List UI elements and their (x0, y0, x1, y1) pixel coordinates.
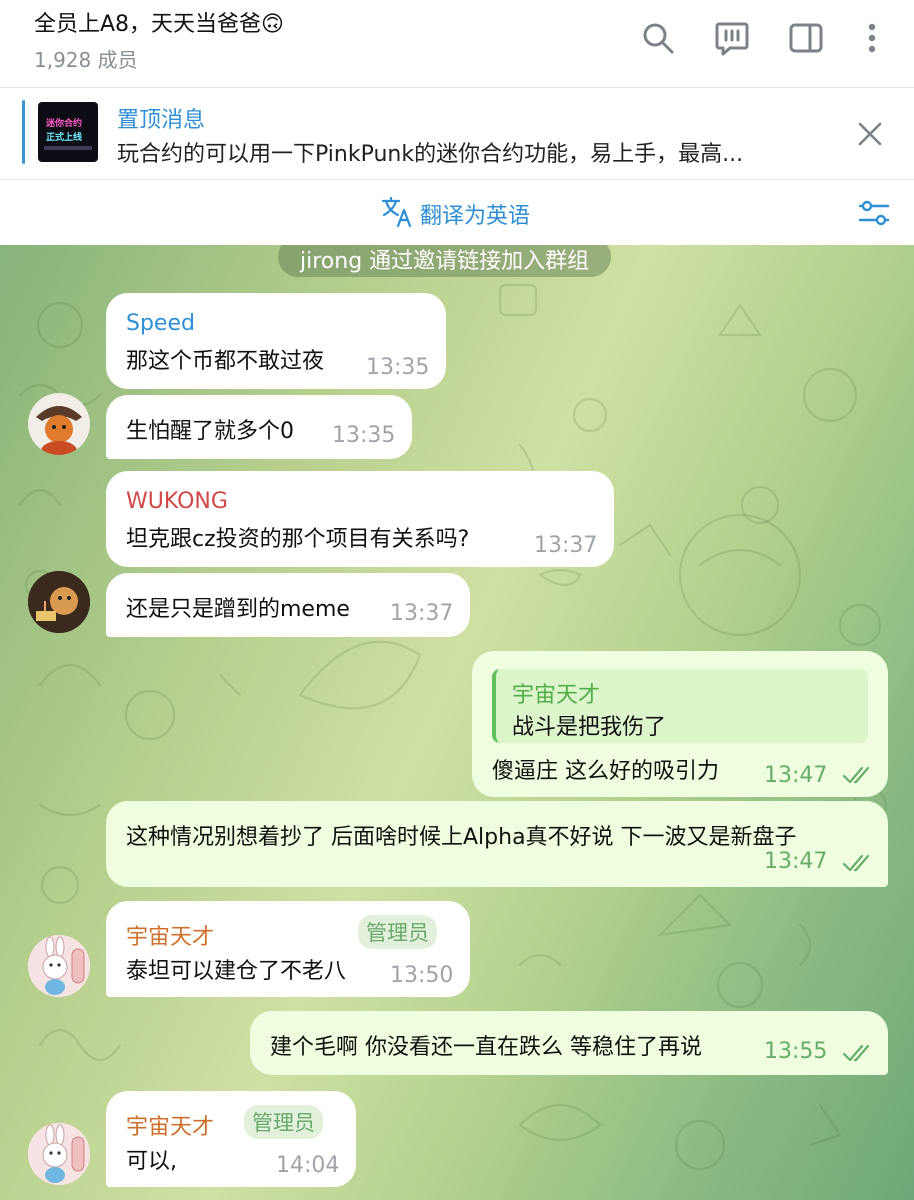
more-icon[interactable] (854, 20, 890, 56)
reply-sender: 宇宙天才 (512, 683, 601, 708)
message-bubble[interactable]: 生怕醒了就多个0 13:35 (106, 395, 412, 459)
message-sender[interactable]: 宇宙天才 (126, 919, 214, 951)
member-count[interactable]: 1,928 成员 (34, 44, 138, 73)
sidebar-icon[interactable] (788, 20, 824, 56)
translate-label: 翻译为英语 (420, 204, 531, 229)
admin-badge: 管理员 (244, 1105, 323, 1139)
message-text: 这种情况别想着抄了 后面啥时候上Alpha真不好说 下一波又是新盘子 (126, 825, 797, 850)
message-time: 13:35 (332, 423, 396, 448)
thumb-text-1: 迷你合约 (46, 119, 83, 129)
message-time: 13:55 (764, 1039, 828, 1064)
avatar[interactable] (28, 935, 90, 997)
avatar[interactable] (28, 393, 90, 455)
message-time: 13:37 (534, 533, 598, 558)
message-bubble[interactable]: 宇宙天才 管理员 泰坦可以建仓了不老八 13:50 (106, 901, 470, 997)
message-bubble[interactable]: WUKONG 坦克跟cz投资的那个项目有关系吗? 13:37 (106, 471, 614, 567)
translate-bar: 翻译为英语 (0, 181, 914, 245)
pinned-thumbnail: 迷你合约 正式上线 (38, 102, 98, 162)
chat-icon[interactable] (714, 20, 750, 56)
message-sender[interactable]: 宇宙天才 (126, 1109, 214, 1141)
pinned-text: 玩合约的可以用一下PinkPunk的迷你合约功能，易上手，最高... (117, 142, 744, 167)
message-text: 建个毛啊 你没看还一直在跌么 等稳住了再说 (270, 1035, 702, 1060)
message-text: 坦克跟cz投资的那个项目有关系吗? (126, 527, 470, 552)
chat-header: 全员上A8，天天当爸爸🙃 1,928 成员 (0, 0, 914, 88)
pinned-message[interactable]: 迷你合约 正式上线 置顶消息 玩合约的可以用一下PinkPunk的迷你合约功能，… (0, 88, 914, 180)
message-sender[interactable]: Speed (126, 311, 195, 336)
filter-settings-icon[interactable] (856, 195, 892, 231)
reply-quote[interactable]: 宇宙天才 战斗是把我伤了 (492, 669, 868, 743)
message-time: 14:04 (276, 1153, 340, 1178)
message-sender[interactable]: WUKONG (126, 489, 228, 514)
message-bubble[interactable]: 建个毛啊 你没看还一直在跌么 等稳住了再说 13:55 (250, 1011, 888, 1075)
message-text: 泰坦可以建仓了不老八 (126, 959, 347, 984)
avatar[interactable] (28, 1123, 90, 1185)
group-title[interactable]: 全员上A8，天天当爸爸🙃 (34, 6, 284, 38)
admin-badge: 管理员 (358, 915, 437, 949)
translate-icon (380, 195, 414, 233)
search-icon[interactable] (640, 20, 676, 56)
message-bubble[interactable]: 宇宙天才 管理员 可以, 14:04 (106, 1091, 356, 1187)
read-checkmarks-icon (842, 1044, 870, 1062)
thumb-text-2: 正式上线 (46, 133, 83, 143)
translate-button[interactable]: 翻译为英语 (380, 195, 530, 233)
message-time: 13:47 (764, 849, 828, 874)
message-time: 13:35 (366, 355, 430, 380)
message-bubble[interactable]: 这种情况别想着抄了 后面啥时候上Alpha真不好说 下一波又是新盘子 13:47 (106, 801, 888, 887)
message-text: 那这个币都不敢过夜 (126, 349, 325, 374)
pinned-indicator (22, 100, 25, 164)
message-bubble[interactable]: 宇宙天才 战斗是把我伤了 傻逼庄 这么好的吸引力 13:47 (472, 651, 888, 797)
close-icon[interactable] (852, 116, 888, 152)
message-bubble[interactable]: Speed 那这个币都不敢过夜 13:35 (106, 293, 446, 389)
avatar[interactable] (28, 571, 90, 633)
message-time: 13:47 (764, 763, 828, 788)
message-text: 还是只是蹭到的meme (126, 597, 350, 622)
chat-area[interactable]: jirong 通过邀请链接加入群组 Speed 那这个币都不敢过夜 13:35 … (0, 245, 914, 1200)
message-text: 可以, (126, 1149, 177, 1174)
message-time: 13:50 (390, 963, 454, 988)
pinned-title: 置顶消息 (117, 108, 206, 133)
reply-text: 战斗是把我伤了 (512, 715, 667, 740)
read-checkmarks-icon (842, 766, 870, 784)
message-text: 生怕醒了就多个0 (126, 419, 294, 444)
message-time: 13:37 (390, 601, 454, 626)
service-message: jirong 通过邀请链接加入群组 (278, 245, 612, 277)
message-text: 傻逼庄 这么好的吸引力 (492, 759, 719, 784)
read-checkmarks-icon (842, 854, 870, 872)
thumb-decoration (44, 146, 92, 150)
message-bubble[interactable]: 还是只是蹭到的meme 13:37 (106, 573, 470, 637)
